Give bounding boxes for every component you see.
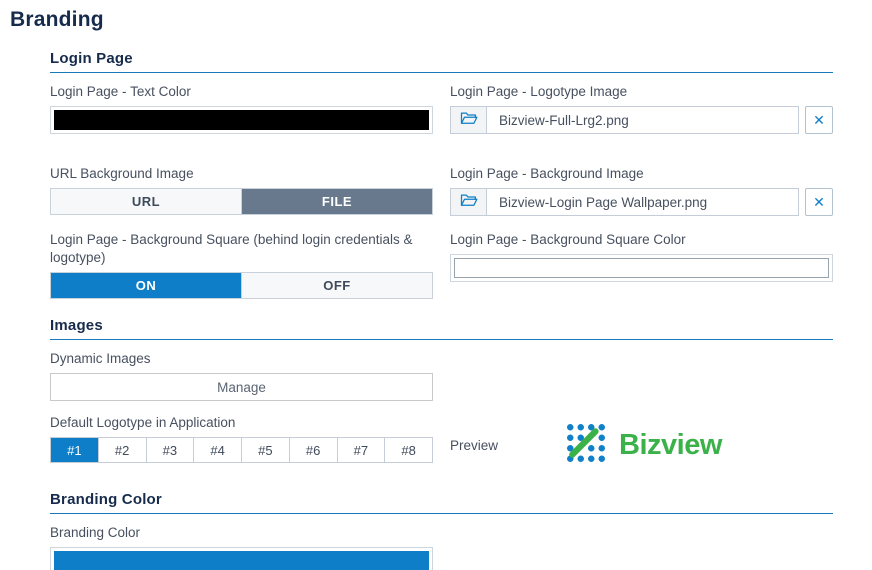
background-square-color-picker[interactable] [450, 254, 833, 282]
browse-file-button[interactable] [451, 189, 487, 215]
field-label: Default Logotype in Application [50, 415, 236, 430]
section-header-login-page: Login Page [50, 50, 833, 73]
row-default-logotype: Default Logotype in Application #1 #2 #3… [50, 414, 833, 469]
browse-file-button[interactable] [451, 107, 487, 133]
field-url-background-image: URL Background Image URL FILE [50, 165, 433, 215]
color-swatch [54, 110, 429, 130]
section-title: Images [50, 317, 103, 334]
color-swatch [454, 258, 829, 278]
folder-open-icon [460, 110, 478, 131]
page-title: Branding [10, 8, 104, 31]
field-label: URL Background Image [50, 166, 194, 181]
content: Login Page Login Page - Text Color Login… [50, 50, 833, 570]
on-off-toggle: ON OFF [50, 272, 433, 299]
row-url-bg-image: URL Background Image URL FILE Login Page… [50, 165, 833, 216]
logotype-option-6[interactable]: #6 [288, 438, 337, 462]
selected-filename: Bizview-Full-Lrg2.png [499, 112, 629, 128]
row-dynamic-images: Dynamic Images Manage [50, 350, 833, 401]
field-label: Login Page - Background Square (behind l… [50, 232, 413, 265]
field-background-square-color: Login Page - Background Square Color [450, 231, 833, 282]
logotype-option-8[interactable]: #8 [384, 438, 432, 462]
bizview-logo-icon [565, 422, 607, 469]
toggle-option-on[interactable]: ON [51, 273, 241, 298]
close-icon: ✕ [813, 111, 825, 128]
branding-settings-page: Branding Login Page Login Page - Text Co… [0, 0, 872, 570]
row-background-square: Login Page - Background Square (behind l… [50, 231, 833, 299]
section-header-branding-color: Branding Color [50, 491, 833, 514]
section-header-images: Images [50, 317, 833, 340]
color-swatch [54, 551, 429, 570]
logotype-option-1[interactable]: #1 [51, 438, 98, 462]
field-label: Login Page - Background Image [450, 166, 644, 181]
logotype-option-7[interactable]: #7 [336, 438, 385, 462]
preview-label: Preview [450, 438, 499, 453]
folder-open-icon [460, 192, 478, 213]
field-branding-color: Branding Color [50, 524, 433, 570]
section-title: Login Page [50, 50, 133, 67]
field-logotype-image: Login Page - Logotype Image Bizview-Full [450, 83, 833, 134]
logotype-selector: #1 #2 #3 #4 #5 #6 #7 #8 [50, 437, 433, 463]
bizview-logo: Bizview [565, 422, 722, 469]
toggle-option-url[interactable]: URL [51, 189, 241, 214]
field-label: Dynamic Images [50, 351, 151, 366]
logotype-image-file-input[interactable]: Bizview-Full-Lrg2.png [450, 106, 799, 134]
background-image-file-input[interactable]: Bizview-Login Page Wallpaper.png [450, 188, 799, 216]
logotype-option-2[interactable]: #2 [97, 438, 146, 462]
clear-file-button[interactable]: ✕ [805, 188, 833, 216]
field-background-square: Login Page - Background Square (behind l… [50, 231, 433, 299]
section-title: Branding Color [50, 491, 162, 508]
field-label: Login Page - Text Color [50, 84, 191, 99]
field-background-image: Login Page - Background Image Bizview-Lo [450, 165, 833, 216]
clear-file-button[interactable]: ✕ [805, 106, 833, 134]
logotype-preview: Preview Bizview [450, 414, 833, 469]
toggle-option-off[interactable]: OFF [241, 273, 432, 298]
close-icon: ✕ [813, 193, 825, 210]
manage-button[interactable]: Manage [50, 373, 433, 401]
logotype-option-3[interactable]: #3 [145, 438, 194, 462]
toggle-option-file[interactable]: FILE [241, 189, 432, 214]
selected-filename: Bizview-Login Page Wallpaper.png [499, 194, 708, 210]
field-label: Login Page - Logotype Image [450, 84, 628, 99]
url-file-toggle: URL FILE [50, 188, 433, 215]
field-label: Login Page - Background Square Color [450, 232, 686, 247]
background-image-file-row: Bizview-Login Page Wallpaper.png ✕ [450, 188, 833, 216]
logotype-image-file-row: Bizview-Full-Lrg2.png ✕ [450, 106, 833, 134]
field-dynamic-images: Dynamic Images Manage [50, 350, 433, 401]
branding-color-picker[interactable] [50, 547, 433, 570]
field-label: Branding Color [50, 525, 141, 540]
row-branding-color: Branding Color [50, 524, 833, 570]
login-text-color-picker[interactable] [50, 106, 433, 134]
logotype-option-5[interactable]: #5 [241, 438, 289, 462]
row-text-color-logotype: Login Page - Text Color Login Page - Log… [50, 83, 833, 134]
bizview-logo-text: Bizview [619, 429, 722, 461]
logotype-option-4[interactable]: #4 [193, 438, 241, 462]
field-default-logotype: Default Logotype in Application #1 #2 #3… [50, 414, 433, 463]
field-login-text-color: Login Page - Text Color [50, 83, 433, 134]
